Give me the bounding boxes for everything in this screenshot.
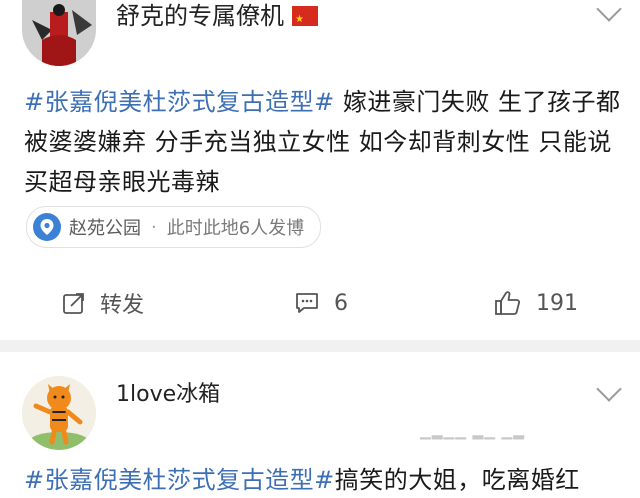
feed-page: 舒克的专属僚机 #张嘉倪美杜莎式复古造型# 嫁进豪门失败 生了孩子都被婆婆嫌弃 … — [0, 0, 640, 498]
avatar[interactable] — [22, 376, 96, 450]
location-separator: · — [151, 216, 157, 238]
repost-label: 转发 — [100, 293, 145, 318]
thumbs-up-icon — [495, 291, 521, 315]
repost-icon — [63, 293, 84, 314]
post-text: #张嘉倪美杜莎式复古造型# 嫁进豪门失败 生了孩子都被婆婆嫌弃 分手充当独立女性… — [24, 82, 624, 202]
chevron-down-icon[interactable] — [596, 376, 622, 402]
action-bar: 转发 6 191 — [0, 278, 640, 328]
chevron-down-icon[interactable] — [596, 0, 622, 22]
comment-icon — [296, 293, 318, 313]
username-text[interactable]: 舒克的专属僚机 — [116, 2, 284, 30]
location-subtext: 此时此地6人发博 — [166, 218, 305, 239]
like-button[interactable]: 191 — [494, 278, 578, 328]
username[interactable]: 舒克的专属僚机 — [116, 0, 318, 36]
post-content: 搞笑的大姐，吃离婚红 — [334, 466, 580, 494]
hashtag-link[interactable]: #张嘉倪美杜莎式复古造型# — [24, 88, 335, 116]
like-count: 191 — [536, 290, 578, 316]
repost-button[interactable]: 转发 — [62, 278, 144, 328]
comment-count: 6 — [334, 290, 348, 316]
china-flag-icon — [292, 4, 318, 36]
location-place: 赵苑公园 — [69, 218, 141, 239]
username[interactable]: 1love冰箱 — [116, 380, 220, 410]
post-text: #张嘉倪美杜莎式复古造型#搞笑的大姐，吃离婚红 — [24, 460, 634, 498]
location-tag[interactable]: 赵苑公园 · 此时此地6人发博 — [26, 206, 322, 248]
post-divider — [0, 340, 640, 352]
location-pin-icon — [33, 213, 61, 241]
watermark-icon: ▁▂▁▁ ▂▁ ▁▂ — [420, 424, 526, 440]
avatar[interactable] — [22, 0, 96, 66]
comment-button[interactable]: 6 — [294, 278, 348, 328]
hashtag-link[interactable]: #张嘉倪美杜莎式复古造型# — [24, 466, 335, 494]
post-card[interactable]: 舒克的专属僚机 #张嘉倪美杜莎式复古造型# 嫁进豪门失败 生了孩子都被婆婆嫌弃 … — [0, 0, 640, 340]
